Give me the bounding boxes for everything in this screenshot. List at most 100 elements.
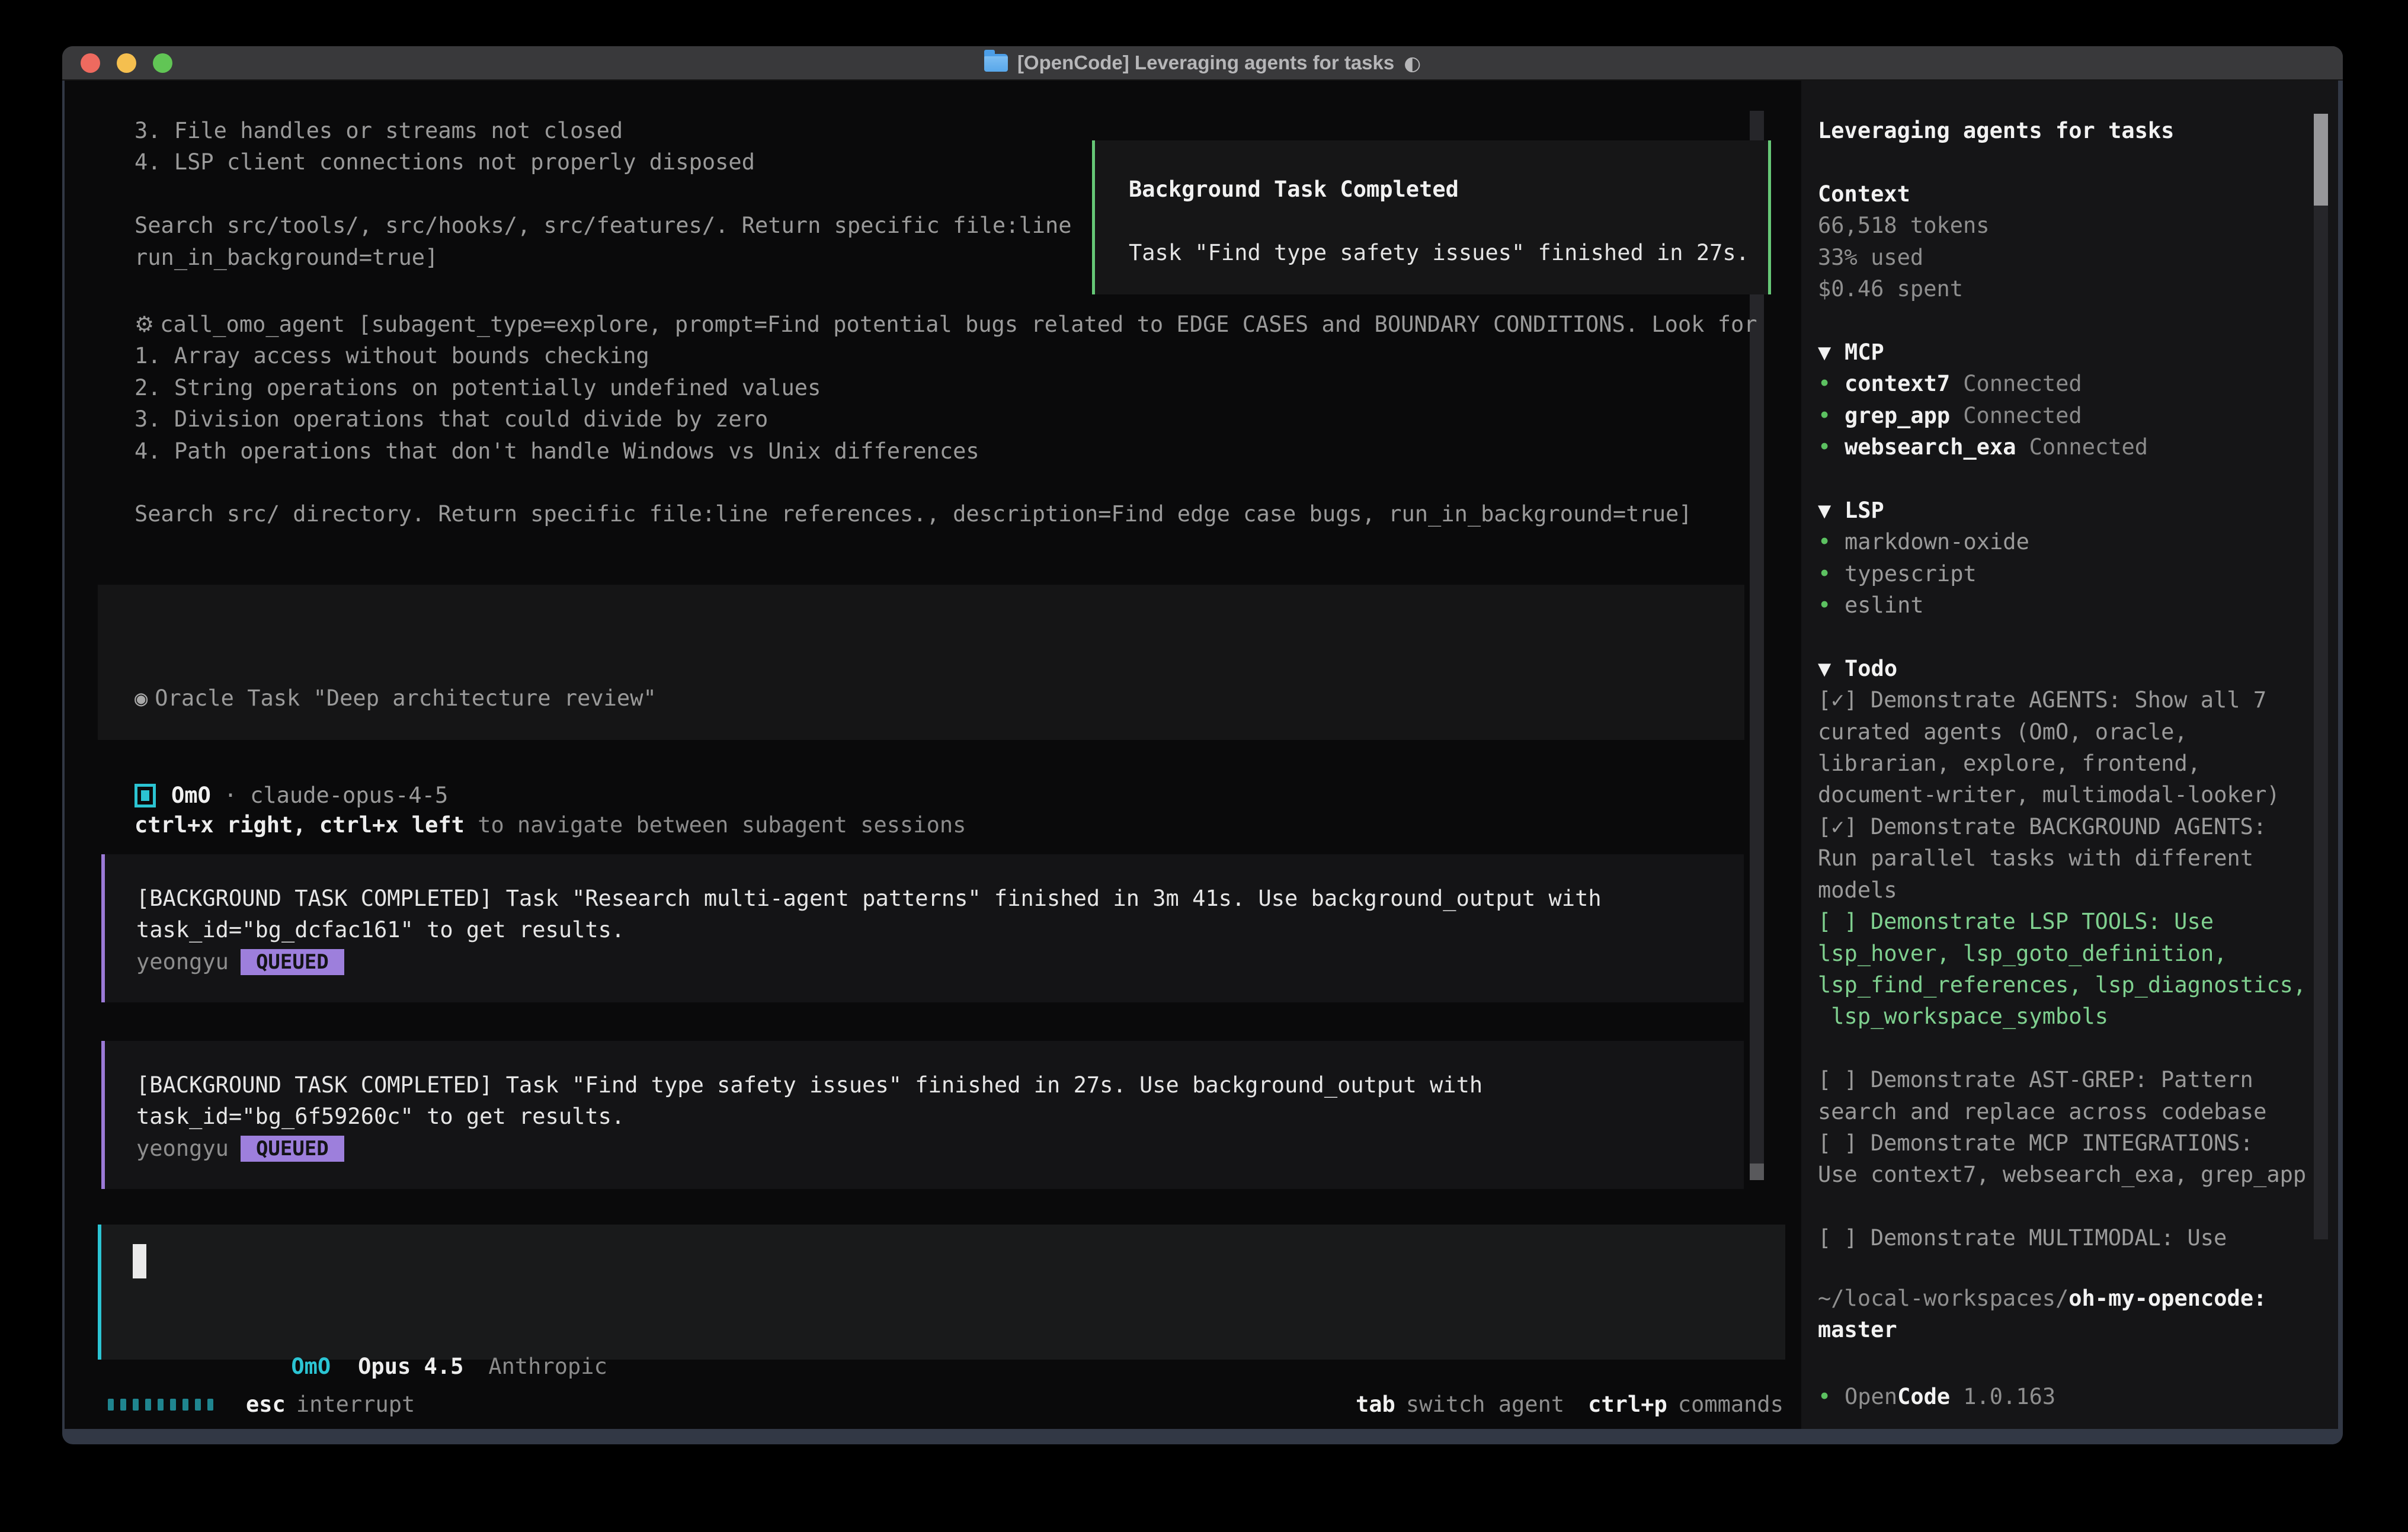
shortcut-key: ctrl+p bbox=[1588, 1389, 1667, 1420]
author-name: yeongyu bbox=[136, 1133, 229, 1164]
app-body: 3. File handles or streams not closed 4. … bbox=[65, 81, 2338, 1429]
brand-open: Open bbox=[1845, 1384, 1897, 1409]
mcp-item: •grep_appConnected bbox=[1818, 400, 2310, 431]
context-heading: Context bbox=[1818, 178, 2310, 210]
mcp-item: •websearch_exaConnected bbox=[1818, 431, 2310, 463]
titlebar: [OpenCode] Leveraging agents for tasks ◐ bbox=[62, 46, 2343, 81]
prompt-input[interactable]: OmOOpus 4.5Anthropic bbox=[98, 1225, 1785, 1360]
tool-call-line: ⚙call_omo_agent [subagent_type=explore, … bbox=[135, 309, 1757, 340]
version-line: •OpenCode 1.0.163 bbox=[1818, 1381, 2055, 1412]
toast-notification: Background Task Completed Task "Find typ… bbox=[1092, 140, 1771, 294]
todo-item: [ ]Demonstrate MULTIMODAL: Use bbox=[1818, 1222, 2310, 1254]
tool-call-line: 4. Path operations that don't handle Win… bbox=[135, 435, 1757, 467]
status-dot-icon: • bbox=[1818, 1381, 1845, 1412]
status-dot-icon: • bbox=[1818, 431, 1845, 463]
context-spent: $0.46 spent bbox=[1818, 273, 2310, 305]
agent-icon-inner bbox=[141, 790, 149, 801]
minimize-button[interactable] bbox=[117, 53, 136, 73]
text-line: 3. File handles or streams not closed bbox=[135, 115, 1072, 146]
oracle-task-title: Oracle Task "Deep architecture review" bbox=[155, 685, 656, 711]
agent-name: OmO bbox=[171, 780, 211, 811]
workspace-branch: master bbox=[1818, 1314, 2310, 1345]
shortcut-key: esc bbox=[246, 1389, 286, 1420]
input-model-name: Opus 4.5 bbox=[358, 1354, 463, 1379]
collapse-arrow-icon: ▼ bbox=[1818, 495, 1845, 526]
todo-checkbox: [✓] bbox=[1818, 687, 1858, 713]
todo-checkbox: [ ] bbox=[1818, 1067, 1858, 1092]
agent-header: OmO · claude-opus-4-5 bbox=[135, 780, 448, 811]
todo-item: [ ]Demonstrate LSP TOOLS: Use lsp_hover,… bbox=[1818, 906, 2310, 1033]
task-message-line: task_id="bg_6f59260c" to get results. bbox=[136, 1101, 1744, 1132]
separator-dot: · bbox=[224, 780, 237, 811]
close-button[interactable] bbox=[81, 53, 100, 73]
todo-checkbox: [ ] bbox=[1818, 909, 1858, 934]
spinner-icon: ◐ bbox=[1404, 52, 1421, 75]
input-agent-name: OmO bbox=[291, 1354, 331, 1379]
mcp-item: •context7Connected bbox=[1818, 368, 2310, 399]
task-message-line: [BACKGROUND TASK COMPLETED] Task "Find t… bbox=[136, 1069, 1744, 1101]
status-dot-icon: • bbox=[1818, 589, 1845, 621]
text-line: run_in_background=true] bbox=[135, 242, 1072, 273]
brand-code: Code bbox=[1897, 1384, 1950, 1409]
sidebar-content: Leveraging agents for tasks Context 66,5… bbox=[1818, 115, 2310, 1345]
todo-item: [ ]Demonstrate MCP INTEGRATIONS: Use con… bbox=[1818, 1127, 2310, 1191]
status-shortcuts: tab switch agent ctrl+p commands bbox=[1356, 1389, 1783, 1420]
tool-call-line bbox=[135, 467, 1757, 498]
agent-icon bbox=[135, 784, 156, 807]
window-title-text: [OpenCode] Leveraging agents for tasks bbox=[1017, 52, 1394, 74]
todo-item: [ ]Demonstrate AST-GREP: Pattern search … bbox=[1818, 1064, 2310, 1127]
sidebar: Leveraging agents for tasks Context 66,5… bbox=[1801, 81, 2338, 1429]
todo-item: [✓]Demonstrate BACKGROUND AGENTS: Run pa… bbox=[1818, 811, 2310, 906]
oracle-task-card: ◉Oracle Task "Deep architecture review" … bbox=[98, 585, 1744, 740]
tool-call-line: 1. Array access without bounds checking bbox=[135, 340, 1757, 371]
shortcut-label: switch agent bbox=[1406, 1389, 1564, 1420]
window-title: [OpenCode] Leveraging agents for tasks ◐ bbox=[984, 52, 1421, 75]
shortcut-label: interrupt bbox=[296, 1389, 415, 1420]
text-line bbox=[135, 178, 1072, 210]
hint-text: to navigate between subagent sessions bbox=[465, 812, 966, 838]
task-meta: yeongyu QUEUED bbox=[136, 1133, 1744, 1164]
author-name: yeongyu bbox=[136, 946, 229, 977]
background-task-message: [BACKGROUND TASK COMPLETED] Task "Find t… bbox=[101, 1041, 1744, 1189]
maximize-button[interactable] bbox=[153, 53, 172, 73]
status-dot-icon: • bbox=[1818, 368, 1845, 399]
desktop: [OpenCode] Leveraging agents for tasks ◐… bbox=[0, 0, 2408, 1532]
lsp-section-header[interactable]: ▼LSP bbox=[1818, 495, 2310, 526]
tool-call-line: 3. Division operations that could divide… bbox=[135, 403, 1757, 435]
shortcut-key: ctrl+x right, bbox=[135, 812, 319, 838]
tool-call-line: Search src/ directory. Return specific f… bbox=[135, 498, 1757, 530]
tool-call-line: 2. String operations on potentially unde… bbox=[135, 372, 1757, 403]
status-spinner-hint: esc interrupt bbox=[108, 1389, 415, 1420]
shortcut-key: ctrl+x left bbox=[319, 812, 465, 838]
gear-icon: ⚙ bbox=[135, 312, 154, 337]
oracle-icon: ◉ bbox=[135, 685, 148, 711]
folder-icon bbox=[984, 54, 1008, 72]
context-used: 33% used bbox=[1818, 242, 2310, 273]
todo-checkbox: [✓] bbox=[1818, 814, 1858, 839]
notification-title: Background Task Completed bbox=[1129, 174, 1768, 205]
agent-model: claude-opus-4-5 bbox=[250, 780, 448, 811]
todo-checkbox: [ ] bbox=[1818, 1225, 1858, 1251]
task-message-line: task_id="bg_dcfac161" to get results. bbox=[136, 914, 1744, 946]
sidebar-scrollbar-thumb[interactable] bbox=[2314, 114, 2328, 206]
opencode-window: [OpenCode] Leveraging agents for tasks ◐… bbox=[62, 46, 2343, 1444]
sidebar-scrollbar[interactable] bbox=[2314, 114, 2328, 1239]
shortcut-label: commands bbox=[1678, 1389, 1783, 1420]
input-provider-name: Anthropic bbox=[488, 1354, 607, 1379]
status-dot-icon: • bbox=[1818, 400, 1845, 431]
version-number: 1.0.163 bbox=[1963, 1384, 2055, 1409]
todo-checkbox: [ ] bbox=[1818, 1130, 1858, 1156]
status-dot-icon: • bbox=[1818, 526, 1845, 557]
chat-transcript: 3. File handles or streams not closed 4. … bbox=[65, 81, 1801, 1429]
main-scrollbar-thumb[interactable] bbox=[1750, 1164, 1764, 1180]
todo-item: [✓]Demonstrate AGENTS: Show all 7 curate… bbox=[1818, 684, 2310, 811]
status-badge: QUEUED bbox=[241, 1136, 344, 1162]
text-cursor bbox=[133, 1244, 146, 1278]
lsp-item: •typescript bbox=[1818, 558, 2310, 589]
task-message-line: [BACKGROUND TASK COMPLETED] Task "Resear… bbox=[136, 883, 1744, 914]
notification-body: Task "Find type safety issues" finished … bbox=[1129, 237, 1768, 268]
todo-section-header[interactable]: ▼Todo bbox=[1818, 653, 2310, 684]
mcp-section-header[interactable]: ▼MCP bbox=[1818, 336, 2310, 368]
lsp-item: •eslint bbox=[1818, 589, 2310, 621]
oracle-task-title-line: ◉ Oracle Task "Deep architecture review" bbox=[135, 682, 1744, 714]
